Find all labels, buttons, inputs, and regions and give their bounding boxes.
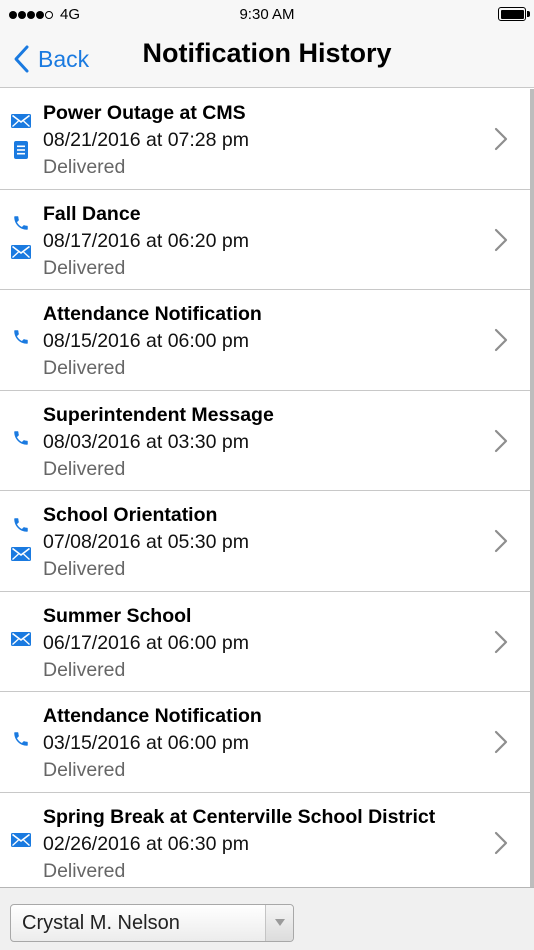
notification-status: Delivered	[43, 357, 126, 379]
phone-icon	[12, 730, 30, 753]
notification-row[interactable]: Attendance Notification 08/15/2016 at 06:…	[0, 290, 530, 391]
notification-text: Spring Break at Centerville School Distr…	[43, 804, 480, 885]
notification-text: Power Outage at CMS 08/21/2016 at 07:28 p…	[43, 100, 480, 181]
notification-title: Spring Break at Centerville School Distr…	[43, 805, 436, 828]
notification-datetime: 06/17/2016 at 06:00 pm	[43, 631, 249, 654]
navigation-bar: Back Notification History	[0, 30, 534, 88]
notification-status: Delivered	[43, 256, 126, 279]
email-icon	[11, 832, 31, 852]
dropdown-button[interactable]	[265, 905, 293, 941]
notification-title: Power Outage at CMS	[43, 102, 246, 124]
notification-datetime: 03/15/2016 at 06:00 pm	[43, 732, 249, 754]
notification-text: Fall Dance 08/17/2016 at 06:20 pm Delivere…	[43, 201, 480, 282]
notification-row[interactable]: Superintendent Message 08/03/2016 at 03:3…	[0, 391, 530, 491]
notification-list[interactable]: Power Outage at CMS 08/21/2016 at 07:28 p…	[0, 89, 534, 887]
chevron-right-icon	[494, 831, 508, 854]
channel-icons	[9, 89, 33, 189]
notification-row[interactable]: Attendance Notification 03/15/2016 at 06:…	[0, 692, 530, 793]
channel-icons	[9, 692, 33, 792]
phone-icon	[12, 328, 30, 351]
phone-icon	[12, 516, 30, 539]
page-title: Notification History	[142, 38, 392, 68]
phone-icon	[12, 214, 30, 237]
notification-title: School Orientation	[43, 504, 218, 526]
notification-row[interactable]: Power Outage at CMS 08/21/2016 at 07:28 p…	[0, 89, 530, 190]
notification-row[interactable]: Summer School 06/17/2016 at 06:00 pm Deliv…	[0, 592, 530, 692]
notification-datetime: 08/03/2016 at 03:30 pm	[43, 430, 249, 453]
notification-datetime: 08/15/2016 at 06:00 pm	[43, 330, 249, 352]
notification-title: Summer School	[43, 604, 192, 627]
notification-row[interactable]: Fall Dance 08/17/2016 at 06:20 pm Delivere…	[0, 190, 530, 290]
caret-down-icon	[275, 919, 285, 926]
notification-title: Attendance Notification	[43, 303, 262, 325]
notification-datetime: 08/17/2016 at 06:20 pm	[43, 229, 249, 252]
channel-icons	[9, 793, 33, 888]
battery-icon	[498, 7, 530, 21]
bottom-toolbar: Crystal M. Nelson	[0, 887, 534, 950]
chevron-right-icon	[494, 228, 508, 251]
chevron-right-icon	[494, 127, 508, 151]
notification-text: Superintendent Message 08/03/2016 at 03:3…	[43, 402, 480, 483]
notification-status: Delivered	[43, 658, 126, 681]
notification-title: Superintendent Message	[43, 403, 274, 426]
chevron-right-icon	[494, 529, 508, 553]
email-icon	[11, 245, 31, 264]
channel-icons	[9, 290, 33, 390]
channel-icons	[9, 391, 33, 491]
phone-icon	[12, 429, 30, 452]
notification-status: Delivered	[43, 759, 126, 781]
status-bar: 4G 9:30 AM	[0, 0, 534, 30]
notification-row[interactable]: Spring Break at Centerville School Distr…	[0, 793, 530, 888]
channel-icons	[9, 592, 33, 692]
channel-icons	[9, 491, 33, 591]
email-icon	[11, 546, 31, 566]
user-select-value: Crystal M. Nelson	[22, 912, 180, 934]
notification-status: Delivered	[43, 156, 126, 178]
channel-icons	[9, 190, 33, 290]
chevron-right-icon	[494, 429, 508, 452]
email-icon	[11, 631, 31, 651]
notification-status: Delivered	[43, 859, 126, 882]
email-icon	[11, 113, 31, 133]
text-message-icon	[14, 140, 28, 164]
chevron-right-icon	[494, 730, 508, 754]
status-time: 9:30 AM	[239, 6, 295, 23]
notification-title: Attendance Notification	[43, 705, 262, 727]
notification-text: Attendance Notification 08/15/2016 at 06:…	[43, 301, 480, 382]
notification-text: Attendance Notification 03/15/2016 at 06:…	[43, 703, 480, 784]
user-select[interactable]: Crystal M. Nelson	[10, 904, 294, 942]
notification-status: Delivered	[43, 457, 126, 480]
notification-status: Delivered	[43, 558, 126, 580]
notification-datetime: 02/26/2016 at 06:30 pm	[43, 832, 249, 855]
notification-title: Fall Dance	[43, 202, 141, 225]
notification-text: Summer School 06/17/2016 at 06:00 pm Deliv…	[43, 603, 480, 684]
chevron-right-icon	[494, 630, 508, 653]
notification-row[interactable]: School Orientation 07/08/2016 at 05:30 pm…	[0, 491, 530, 592]
chevron-right-icon	[494, 328, 508, 352]
notification-datetime: 08/21/2016 at 07:28 pm	[43, 129, 249, 151]
notification-text: School Orientation 07/08/2016 at 05:30 pm…	[43, 502, 480, 583]
notification-datetime: 07/08/2016 at 05:30 pm	[43, 531, 249, 553]
